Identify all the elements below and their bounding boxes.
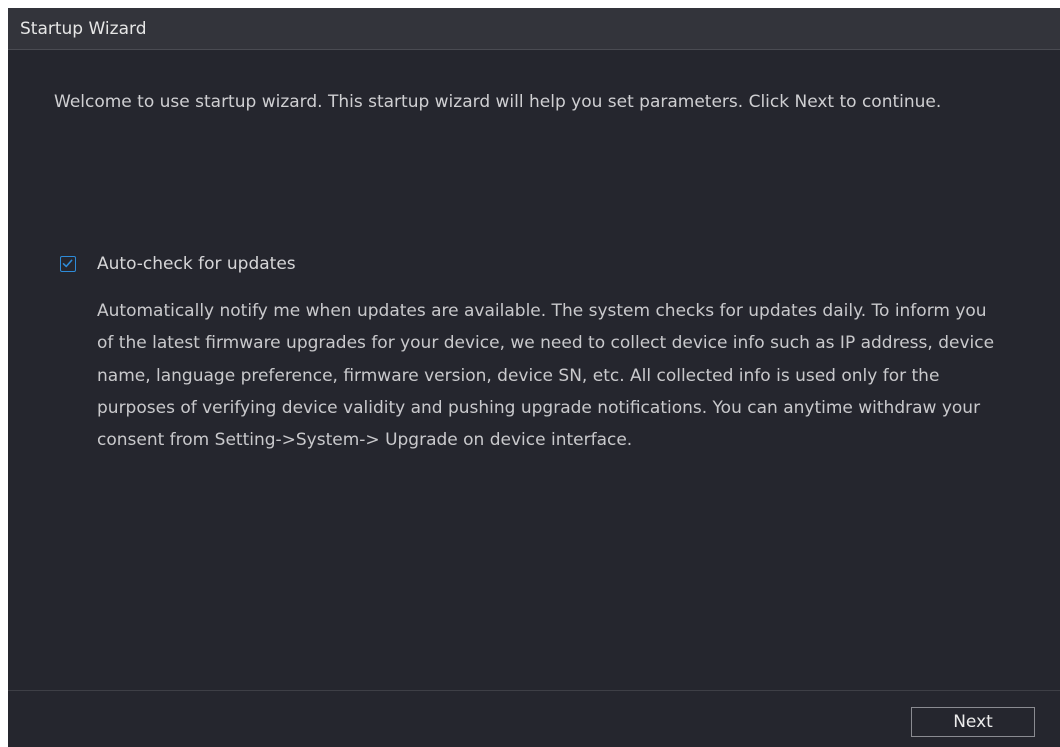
auto-check-updates-label[interactable]: Auto-check for updates	[97, 251, 296, 277]
next-button[interactable]: Next	[911, 707, 1035, 737]
intro-text: Welcome to use startup wizard. This star…	[54, 92, 942, 112]
checkmark-icon	[62, 259, 73, 268]
window-title: Startup Wizard	[20, 19, 147, 39]
update-description: Automatically notify me when updates are…	[97, 301, 995, 451]
auto-check-updates-checkbox[interactable]	[60, 256, 76, 272]
startup-wizard-window: Startup Wizard Welcome to use startup wi…	[8, 8, 1060, 747]
auto-check-updates-option[interactable]: Auto-check for updates	[60, 251, 296, 277]
title-bar: Startup Wizard	[8, 8, 1060, 50]
footer-divider	[8, 690, 1060, 691]
